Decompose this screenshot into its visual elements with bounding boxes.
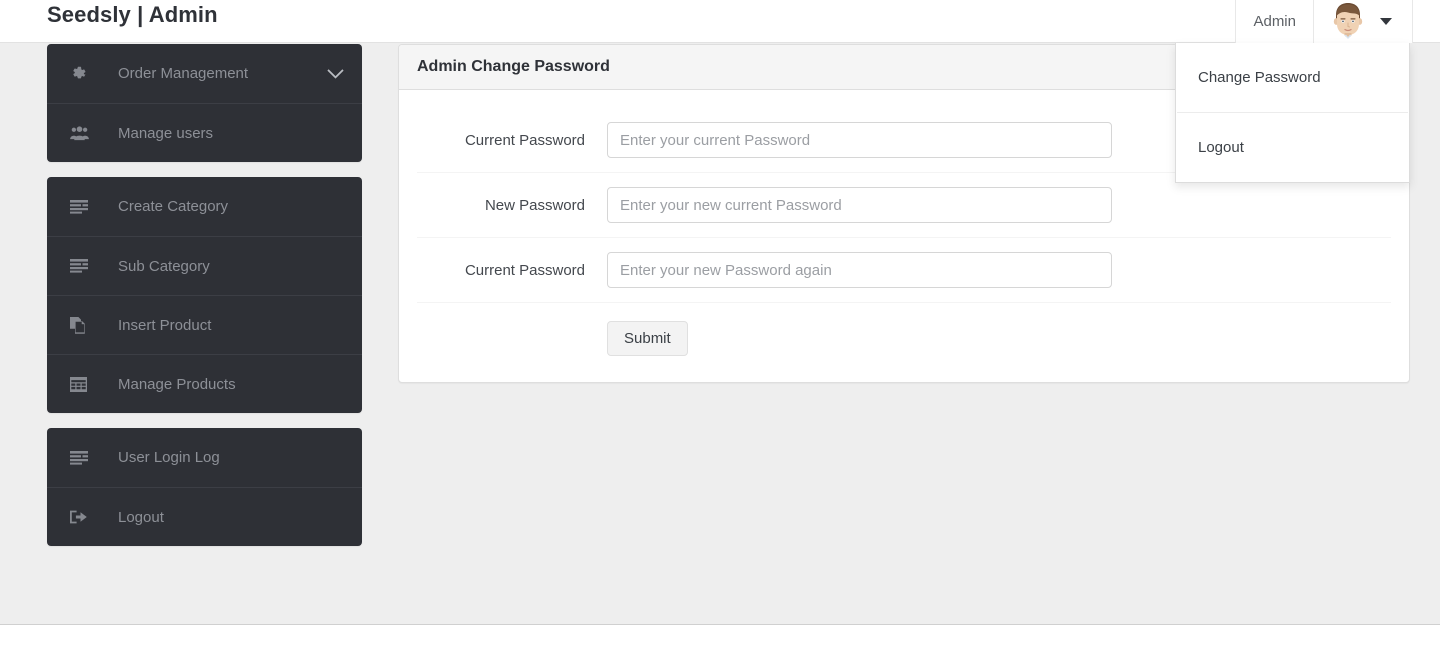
navbar-admin-label[interactable]: Admin [1235, 0, 1314, 43]
sidebar-item-create-category[interactable]: Create Category [47, 177, 362, 236]
sidebar-group-orders: Order Management Manage users [47, 44, 362, 162]
sidebar-item-label: User Login Log [118, 449, 220, 466]
sidebar-item-manage-users[interactable]: Manage users [47, 103, 362, 162]
list-icon [70, 259, 92, 273]
sidebar-item-manage-products[interactable]: Manage Products [47, 354, 362, 413]
sidebar-item-label: Manage Products [118, 375, 236, 393]
current-password-input[interactable] [607, 122, 1112, 158]
brand-title: Seedsly | Admin [47, 2, 218, 27]
new-password-input[interactable] [607, 187, 1112, 223]
confirm-password-label: Current Password [464, 261, 585, 279]
dropdown-item-change-password[interactable]: Change Password [1176, 43, 1409, 112]
current-password-label: Current Password [464, 131, 585, 149]
caret-down-icon [1380, 18, 1392, 25]
sidebar-item-order-management[interactable]: Order Management [47, 44, 362, 103]
sidebar-item-label: Order Management [118, 65, 249, 82]
dropdown-item-logout[interactable]: Logout [1176, 113, 1409, 182]
user-menu-toggle[interactable] [1314, 0, 1413, 43]
navbar-right-section: Admin [1235, 0, 1413, 43]
sidebar-item-sub-category[interactable]: Sub Category [47, 236, 362, 295]
chevron-down-icon[interactable] [327, 68, 344, 79]
sidebar-item-logout[interactable]: Logout [47, 487, 362, 546]
confirm-password-input[interactable] [607, 252, 1112, 288]
sidebar-item-label: Create Category [118, 198, 229, 215]
copy-file-icon [70, 316, 92, 334]
sidebar-item-user-login-log[interactable]: User Login Log [47, 428, 362, 487]
sidebar-group-catalog: Create Category Sub Category Insert Prod… [47, 177, 362, 413]
gear-icon [70, 65, 92, 82]
top-navbar: Seedsly | Admin Admin [0, 0, 1440, 43]
users-icon [70, 125, 92, 141]
sidebar-item-label: Logout [118, 508, 164, 526]
sidebar-item-label: Manage users [118, 124, 214, 142]
form-row-confirm-password: Current Password [417, 238, 1391, 303]
sidebar-item-label: Sub Category [118, 257, 210, 275]
sign-out-icon [70, 509, 92, 525]
page-title: Admin Change Password [417, 58, 610, 75]
new-password-label: New Password [484, 196, 585, 214]
sidebar-group-account: User Login Log Logout [47, 428, 362, 546]
footer-strip [0, 626, 1440, 654]
user-dropdown-menu: Change Password Logout [1175, 43, 1410, 183]
sidebar-item-label: Insert Product [118, 316, 212, 334]
submit-button[interactable]: Submit [607, 321, 688, 356]
user-avatar-icon [1330, 2, 1366, 42]
sidebar: Order Management Manage users Create Cat… [47, 44, 362, 561]
list-icon [70, 450, 92, 465]
list-icon [70, 199, 92, 214]
sidebar-item-insert-product[interactable]: Insert Product [47, 295, 362, 354]
table-grid-icon [70, 376, 92, 392]
form-row-actions: Submit [417, 303, 1391, 360]
